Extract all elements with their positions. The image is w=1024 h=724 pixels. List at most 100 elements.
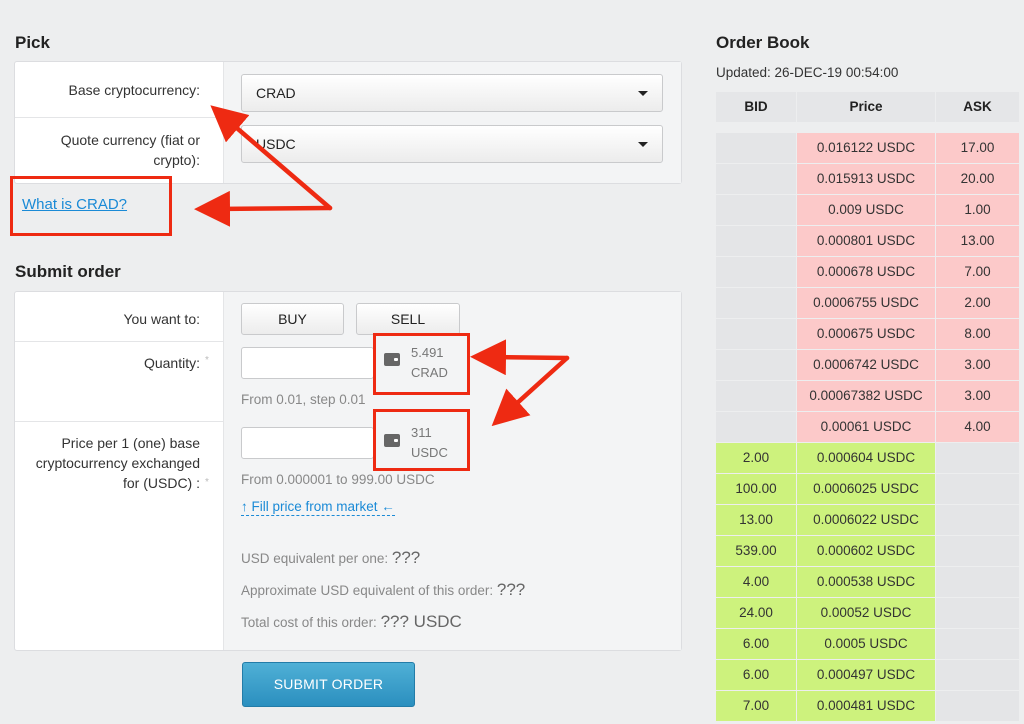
ask-cell (936, 660, 1019, 690)
quantity-label: Quantity: (143, 355, 200, 371)
bid-cell (716, 412, 796, 442)
price-cell: 0.000538 USDC (797, 567, 935, 597)
quantity-hint: From 0.01, step 0.01 (241, 392, 366, 407)
price-input[interactable] (241, 427, 374, 459)
bid-cell: 6.00 (716, 629, 796, 659)
ask-cell: 2.00 (936, 288, 1019, 318)
bid-cell: 13.00 (716, 505, 796, 535)
bid-cell (716, 257, 796, 287)
bid-cell: 4.00 (716, 567, 796, 597)
price-cell: 0.000678 USDC (797, 257, 935, 287)
approx-usd: Approximate USD equivalent of this order… (241, 580, 526, 599)
bid-cell: 24.00 (716, 598, 796, 628)
want-to-label: You want to: (123, 311, 200, 327)
price-cell: 0.009 USDC (797, 195, 935, 225)
ask-row: 0.000678 USDC 7.00 (716, 257, 1019, 288)
ask-row: 0.009 USDC 1.00 (716, 195, 1019, 226)
bid-row: 24.00 0.00052 USDC (716, 598, 1019, 629)
bid-cell (716, 381, 796, 411)
bid-cell: 6.00 (716, 660, 796, 690)
price-cell: 0.000481 USDC (797, 691, 935, 721)
ask-row: 0.000675 USDC 8.00 (716, 319, 1019, 350)
submit-order-button[interactable]: SUBMIT ORDER (242, 662, 415, 707)
quote-currency-value: USDC (256, 136, 296, 152)
ask-cell: 20.00 (936, 164, 1019, 194)
ask-cell: 17.00 (936, 133, 1019, 163)
required-asterisk: * (205, 477, 209, 488)
order-book-updated: Updated: 26-DEC-19 00:54:00 (716, 65, 899, 80)
chevron-down-icon (638, 142, 648, 147)
ask-cell (936, 505, 1019, 535)
price-cell: 0.00061 USDC (797, 412, 935, 442)
submit-order-heading: Submit order (15, 262, 121, 281)
total-cost: Total cost of this order: ??? USDC (241, 612, 462, 631)
bid-cell: 539.00 (716, 536, 796, 566)
quote-currency-select[interactable]: USDC (241, 125, 663, 163)
required-asterisk: * (205, 355, 209, 366)
bid-cell (716, 226, 796, 256)
price-hint: From 0.000001 to 999.00 USDC (241, 472, 435, 487)
price-cell: 0.00067382 USDC (797, 381, 935, 411)
bid-cell: 100.00 (716, 474, 796, 504)
ask-row: 0.0006742 USDC 3.00 (716, 350, 1019, 381)
bid-cell (716, 133, 796, 163)
bid-row: 6.00 0.000497 USDC (716, 660, 1019, 691)
ask-row: 0.015913 USDC 20.00 (716, 164, 1019, 195)
ask-row: 0.016122 USDC 17.00 (716, 133, 1019, 164)
price-cell: 0.000497 USDC (797, 660, 935, 690)
price-cell: 0.0005 USDC (797, 629, 935, 659)
bid-cell (716, 319, 796, 349)
price-cell: 0.015913 USDC (797, 164, 935, 194)
usd-per-one: USD equivalent per one: ??? (241, 548, 421, 567)
bid-row: 100.00 0.0006025 USDC (716, 474, 1019, 505)
ask-cell: 1.00 (936, 195, 1019, 225)
column-header-bid: BID (716, 92, 796, 122)
fill-price-link[interactable]: ↑ Fill price from market ← (241, 498, 395, 516)
bid-cell: 2.00 (716, 443, 796, 473)
base-currency-select[interactable]: CRAD (241, 74, 663, 112)
price-cell: 0.0006022 USDC (797, 505, 935, 535)
base-currency-value: CRAD (256, 85, 296, 101)
bid-cell: 7.00 (716, 691, 796, 721)
base-currency-label: Base cryptocurrency: (68, 82, 201, 98)
bid-row: 13.00 0.0006022 USDC (716, 505, 1019, 536)
price-cell: 0.0006025 USDC (797, 474, 935, 504)
ask-cell (936, 567, 1019, 597)
quantity-input[interactable] (241, 347, 374, 379)
order-book-header: BID Price ASK (716, 92, 1019, 123)
price-cell: 0.000801 USDC (797, 226, 935, 256)
ask-cell (936, 598, 1019, 628)
column-header-price: Price (797, 92, 935, 122)
annotation-box (373, 333, 470, 395)
ask-cell (936, 474, 1019, 504)
ask-cell (936, 536, 1019, 566)
price-cell: 0.000604 USDC (797, 443, 935, 473)
price-cell: 0.000675 USDC (797, 319, 935, 349)
price-cell: 0.016122 USDC (797, 133, 935, 163)
bid-row: 2.00 0.000604 USDC (716, 443, 1019, 474)
buy-button[interactable]: BUY (241, 303, 344, 335)
price-cell: 0.0006755 USDC (797, 288, 935, 318)
ask-cell: 4.00 (936, 412, 1019, 442)
pick-heading: Pick (15, 33, 50, 52)
sell-button[interactable]: SELL (356, 303, 460, 335)
bid-cell (716, 164, 796, 194)
bid-row: 7.00 0.000481 USDC (716, 691, 1019, 722)
quote-currency-label: Quote currency (fiat or crypto): (60, 132, 200, 168)
ask-cell: 8.00 (936, 319, 1019, 349)
annotation-box (10, 176, 172, 236)
column-header-ask: ASK (936, 92, 1019, 122)
ask-row: 0.00067382 USDC 3.00 (716, 381, 1019, 412)
price-cell: 0.0006742 USDC (797, 350, 935, 380)
ask-cell (936, 691, 1019, 721)
order-book-heading: Order Book (716, 33, 810, 52)
ask-cell: 3.00 (936, 381, 1019, 411)
price-cell: 0.000602 USDC (797, 536, 935, 566)
chevron-down-icon (638, 91, 648, 96)
price-cell: 0.00052 USDC (797, 598, 935, 628)
ask-cell (936, 629, 1019, 659)
ask-row: 0.0006755 USDC 2.00 (716, 288, 1019, 319)
ask-cell: 7.00 (936, 257, 1019, 287)
bid-row: 6.00 0.0005 USDC (716, 629, 1019, 660)
ask-cell (936, 443, 1019, 473)
